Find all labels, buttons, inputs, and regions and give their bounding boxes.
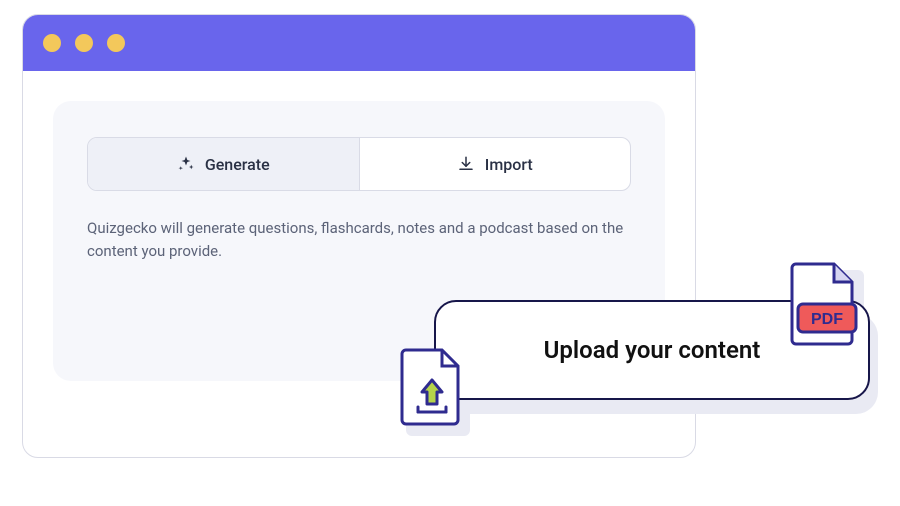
tabs: Generate Import [87,137,631,191]
callout-label: Upload your content [544,336,761,364]
window-dot [75,34,93,52]
pdf-label: PDF [811,311,843,328]
tab-import-label: Import [485,155,533,174]
titlebar [23,15,695,71]
download-icon [457,155,475,173]
sparkle-icon [177,155,195,173]
tab-import[interactable]: Import [359,138,631,190]
file-pdf-icon: PDF [788,260,860,348]
description-text: Quizgecko will generate questions, flash… [87,217,631,264]
window-dot [43,34,61,52]
tab-generate[interactable]: Generate [88,138,359,190]
tab-generate-label: Generate [205,155,270,174]
window-dot [107,34,125,52]
file-upload-icon [400,346,464,426]
